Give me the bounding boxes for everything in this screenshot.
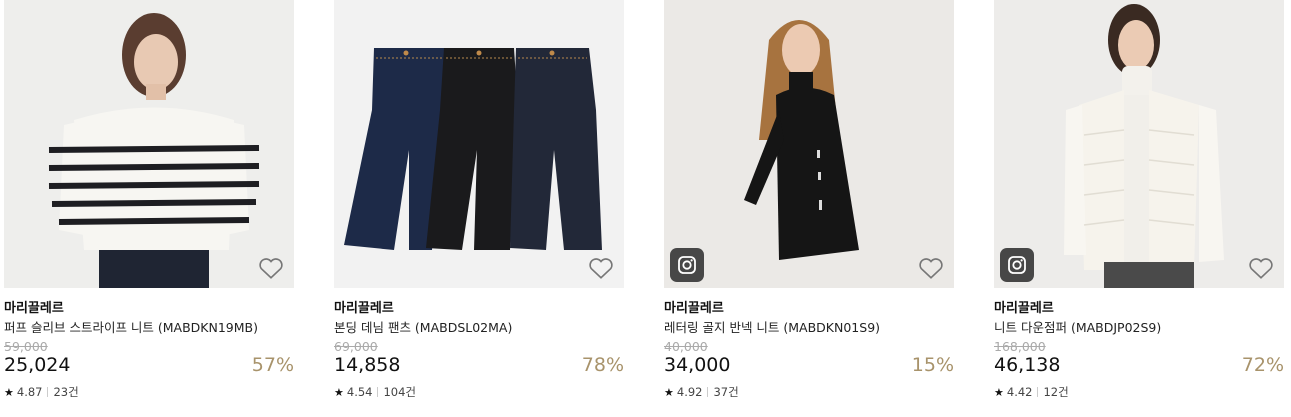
divider [47,387,49,397]
divider [707,387,709,397]
original-price: 59,000 [4,339,48,354]
product-name[interactable]: 니트 다운점퍼 (MABDJP02S9) [994,317,1161,336]
product-image[interactable] [664,0,954,288]
heart-outline-icon[interactable] [588,256,614,280]
product-card[interactable]: 마리끌레르 퍼프 슬리브 스트라이프 니트 (MABDKN19MB) 59,00… [4,0,294,417]
heart-outline-icon[interactable] [918,256,944,280]
product-grid: 마리끌레르 퍼프 슬리브 스트라이프 니트 (MABDKN19MB) 59,00… [0,0,1291,417]
rating-summary: ★ 4.54 104건 [334,384,416,400]
product-name[interactable]: 본딩 데님 팬츠 (MABDSL02MA) [334,317,512,336]
product-image[interactable] [4,0,294,288]
original-price: 69,000 [334,339,378,354]
sale-price: 34,000 [664,354,731,376]
instagram-icon[interactable] [670,248,704,282]
brand-name: 마리끌레르 [664,301,724,316]
rating-summary: ★ 4.92 37건 [664,384,739,400]
product-photo-black-knit [664,0,954,288]
sale-price: 46,138 [994,354,1061,376]
discount-rate: 15% [911,354,954,376]
divider [377,387,379,397]
star-icon: ★ [994,385,1004,399]
rating-value: 4.87 [16,385,43,399]
product-photo-down-jumper [994,0,1284,288]
original-price: 40,000 [664,339,708,354]
rating-summary: ★ 4.42 12건 [994,384,1069,400]
brand-name: 마리끌레르 [334,301,394,316]
original-price: 168,000 [994,339,1046,354]
product-name[interactable]: 퍼프 슬리브 스트라이프 니트 (MABDKN19MB) [4,317,258,336]
product-card[interactable]: 마리끌레르 본딩 데님 팬츠 (MABDSL02MA) 69,000 14,85… [334,0,624,417]
product-card[interactable]: 마리끌레르 레터링 골지 반넥 니트 (MABDKN01S9) 40,000 3… [664,0,954,417]
sale-price: 14,858 [334,354,401,376]
discount-rate: 78% [581,354,624,376]
review-count: 12건 [1043,385,1069,399]
discount-rate: 72% [1241,354,1284,376]
review-count: 104건 [383,385,417,399]
star-icon: ★ [4,385,14,399]
heart-outline-icon[interactable] [1248,256,1274,280]
rating-summary: ★ 4.87 23건 [4,384,79,400]
brand-name: 마리끌레르 [994,301,1054,316]
product-image[interactable] [334,0,624,288]
divider [1037,387,1039,397]
product-image[interactable] [994,0,1284,288]
sale-price: 25,024 [4,354,71,376]
product-card[interactable]: 마리끌레르 니트 다운점퍼 (MABDJP02S9) 168,000 46,13… [994,0,1284,417]
star-icon: ★ [664,385,674,399]
star-icon: ★ [334,385,344,399]
product-name[interactable]: 레터링 골지 반넥 니트 (MABDKN01S9) [664,317,880,336]
rating-value: 4.54 [346,385,373,399]
rating-value: 4.42 [1006,385,1033,399]
product-photo-denim-pants [334,0,624,288]
instagram-icon[interactable] [1000,248,1034,282]
product-photo-striped-knit [4,0,294,288]
review-count: 23건 [53,385,79,399]
brand-name: 마리끌레르 [4,301,64,316]
discount-rate: 57% [251,354,294,376]
heart-outline-icon[interactable] [258,256,284,280]
review-count: 37건 [713,385,739,399]
rating-value: 4.92 [676,385,703,399]
